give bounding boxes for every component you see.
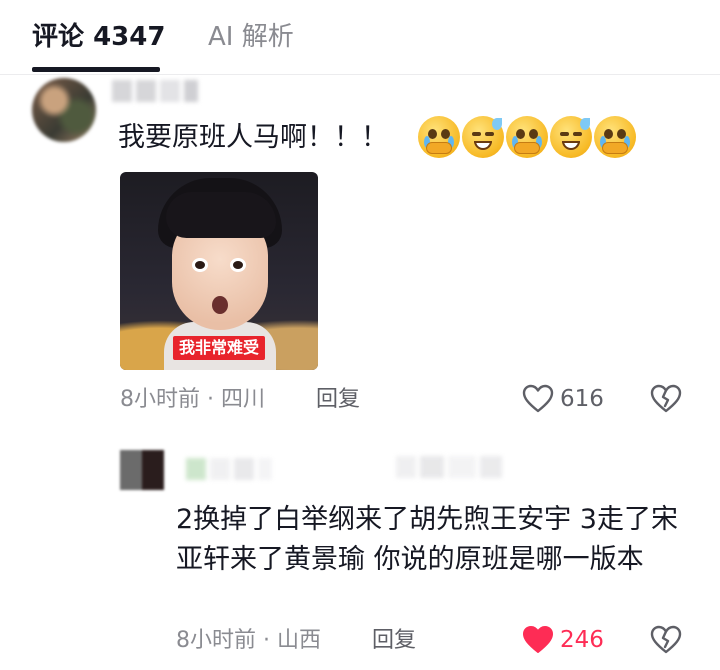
meta-dot: · — [256, 628, 277, 653]
meme-caption: 我非常难受 — [172, 336, 266, 360]
tab-ai-analysis[interactable]: AI 解析 — [208, 20, 294, 54]
dislike-button[interactable] — [650, 384, 682, 418]
tab-comments-label: 评论 — [32, 22, 85, 52]
broken-heart-icon — [650, 384, 682, 413]
comment-tabs: 评论 4347 AI 解析 — [0, 0, 720, 76]
comment-location: 山西 — [276, 628, 321, 653]
crying-face-icon — [594, 116, 636, 158]
tab-ai-label: AI 解析 — [208, 22, 294, 52]
dislike-button[interactable] — [650, 625, 682, 659]
crying-face-icon — [418, 116, 460, 158]
grinning-sweat-icon — [550, 116, 592, 158]
active-tab-indicator — [32, 67, 160, 72]
emoji-row — [418, 116, 636, 158]
grinning-sweat-icon — [462, 116, 504, 158]
comment-meta: 8小时前 · 四川 — [120, 385, 265, 415]
comment-meta: 8小时前 · 山西 — [176, 626, 321, 656]
crying-face-icon — [506, 116, 548, 158]
username-blurred[interactable] — [186, 458, 272, 480]
comment-text: 我要原班人马啊！！！ — [118, 122, 388, 153]
comment-text: 2换掉了白举纲来了胡先煦王安宇 3走了宋亚轩来了黄景瑜 你说的原班是哪一版本 — [176, 504, 678, 575]
broken-heart-icon — [650, 625, 682, 654]
like-count: 246 — [560, 627, 604, 653]
header-divider — [0, 74, 720, 75]
tab-comments-count: 4347 — [93, 22, 166, 52]
username-blurred[interactable] — [112, 80, 222, 102]
reply-button[interactable]: 回复 — [316, 385, 360, 415]
comment-location: 四川 — [220, 387, 265, 412]
meta-dot: · — [200, 387, 221, 412]
like-button[interactable]: 246 — [522, 625, 604, 655]
comment-time: 8小时前 — [176, 628, 256, 653]
meme-image[interactable]: 我非常难受 — [120, 172, 318, 370]
avatar[interactable] — [32, 78, 96, 142]
avatar[interactable] — [120, 450, 164, 490]
reply-target-blurred[interactable] — [396, 456, 502, 478]
heart-filled-icon — [523, 626, 553, 653]
tab-comments[interactable]: 评论 4347 — [32, 20, 165, 54]
like-count: 616 — [560, 386, 604, 412]
heart-outline-icon — [522, 384, 554, 413]
like-button[interactable]: 616 — [522, 384, 604, 414]
reply-button[interactable]: 回复 — [372, 626, 416, 656]
comment-time: 8小时前 — [120, 387, 200, 412]
